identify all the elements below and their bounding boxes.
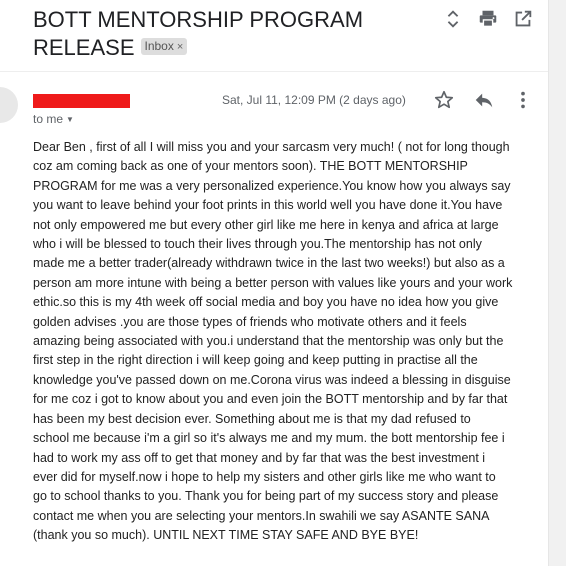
avatar[interactable] — [0, 87, 18, 123]
header-actions — [440, 8, 540, 32]
body-line: (thank you so much). UNTIL NEXT TIME STA… — [33, 528, 419, 543]
email-subject: BOTT MENTORSHIP PROGRAM RELEASE Inbox × — [33, 6, 433, 62]
scrollbar[interactable] — [548, 0, 566, 566]
body-line: ethic.so this is my 4th week off social … — [33, 295, 499, 310]
unfold-icon[interactable] — [442, 8, 464, 30]
body-line: Dear Ben , first of all I will miss you … — [33, 140, 510, 154]
subject-line-2: RELEASE Inbox × — [33, 34, 433, 62]
header-divider — [0, 71, 548, 72]
body-line: has been my best decision ever. Somethin… — [33, 411, 471, 426]
body-line: you want to leave behind your foot print… — [33, 198, 503, 213]
body-line: not only empowered me but every other gi… — [33, 217, 499, 232]
more-vert-icon[interactable] — [512, 89, 534, 111]
to-text: to me — [33, 112, 64, 126]
body-line: amazing being associated with you.i unde… — [33, 334, 504, 349]
body-line: knowledge you've passed down on me.Coron… — [33, 372, 511, 387]
body-line: had to work my ass off to get that money… — [33, 450, 486, 465]
print-icon[interactable] — [477, 8, 499, 30]
body-line: for me coz i got to know about you and e… — [33, 392, 508, 407]
inbox-label-chip[interactable]: Inbox × — [140, 37, 188, 55]
inbox-label-text: Inbox — [144, 38, 174, 53]
subject-line-2-text: RELEASE — [33, 35, 135, 60]
body-line: coz am coming back as one of your mentor… — [33, 159, 468, 174]
email-body: Dear Ben , first of all I will miss you … — [33, 138, 545, 546]
body-line: go to school thanks to you. Thank you fo… — [33, 489, 499, 504]
body-line: who i will be blessed to touch their liv… — [33, 237, 482, 252]
open-in-new-window-icon[interactable] — [512, 8, 534, 30]
email-view: BOTT MENTORSHIP PROGRAM RELEASE Inbox × to… — [0, 0, 566, 566]
body-line: person am more intune with being a bette… — [33, 275, 513, 290]
body-line: golden advises .you are those types of f… — [33, 314, 467, 329]
recipient-details-toggle[interactable]: to me ▼ — [33, 112, 74, 126]
body-line: school me because i'm a girl so it's alw… — [33, 431, 505, 446]
remove-label-icon[interactable]: × — [177, 41, 183, 53]
chevron-down-icon[interactable]: ▼ — [66, 115, 74, 124]
body-line: contact me when you are selecting your m… — [33, 508, 490, 523]
body-line: PROGRAM for me was a very personalized e… — [33, 178, 511, 193]
body-line: ever did for myself.now i hope to help m… — [33, 469, 496, 484]
subject-line-1: BOTT MENTORSHIP PROGRAM — [33, 7, 364, 32]
email-date: Sat, Jul 11, 12:09 PM (2 days ago) — [222, 93, 406, 107]
star-icon[interactable] — [433, 89, 455, 111]
reply-icon[interactable] — [473, 89, 495, 111]
sender-name-redacted — [33, 94, 130, 108]
body-line: first step in the right direction i will… — [33, 353, 478, 368]
body-line: made me a better trader(already withdraw… — [33, 256, 505, 271]
